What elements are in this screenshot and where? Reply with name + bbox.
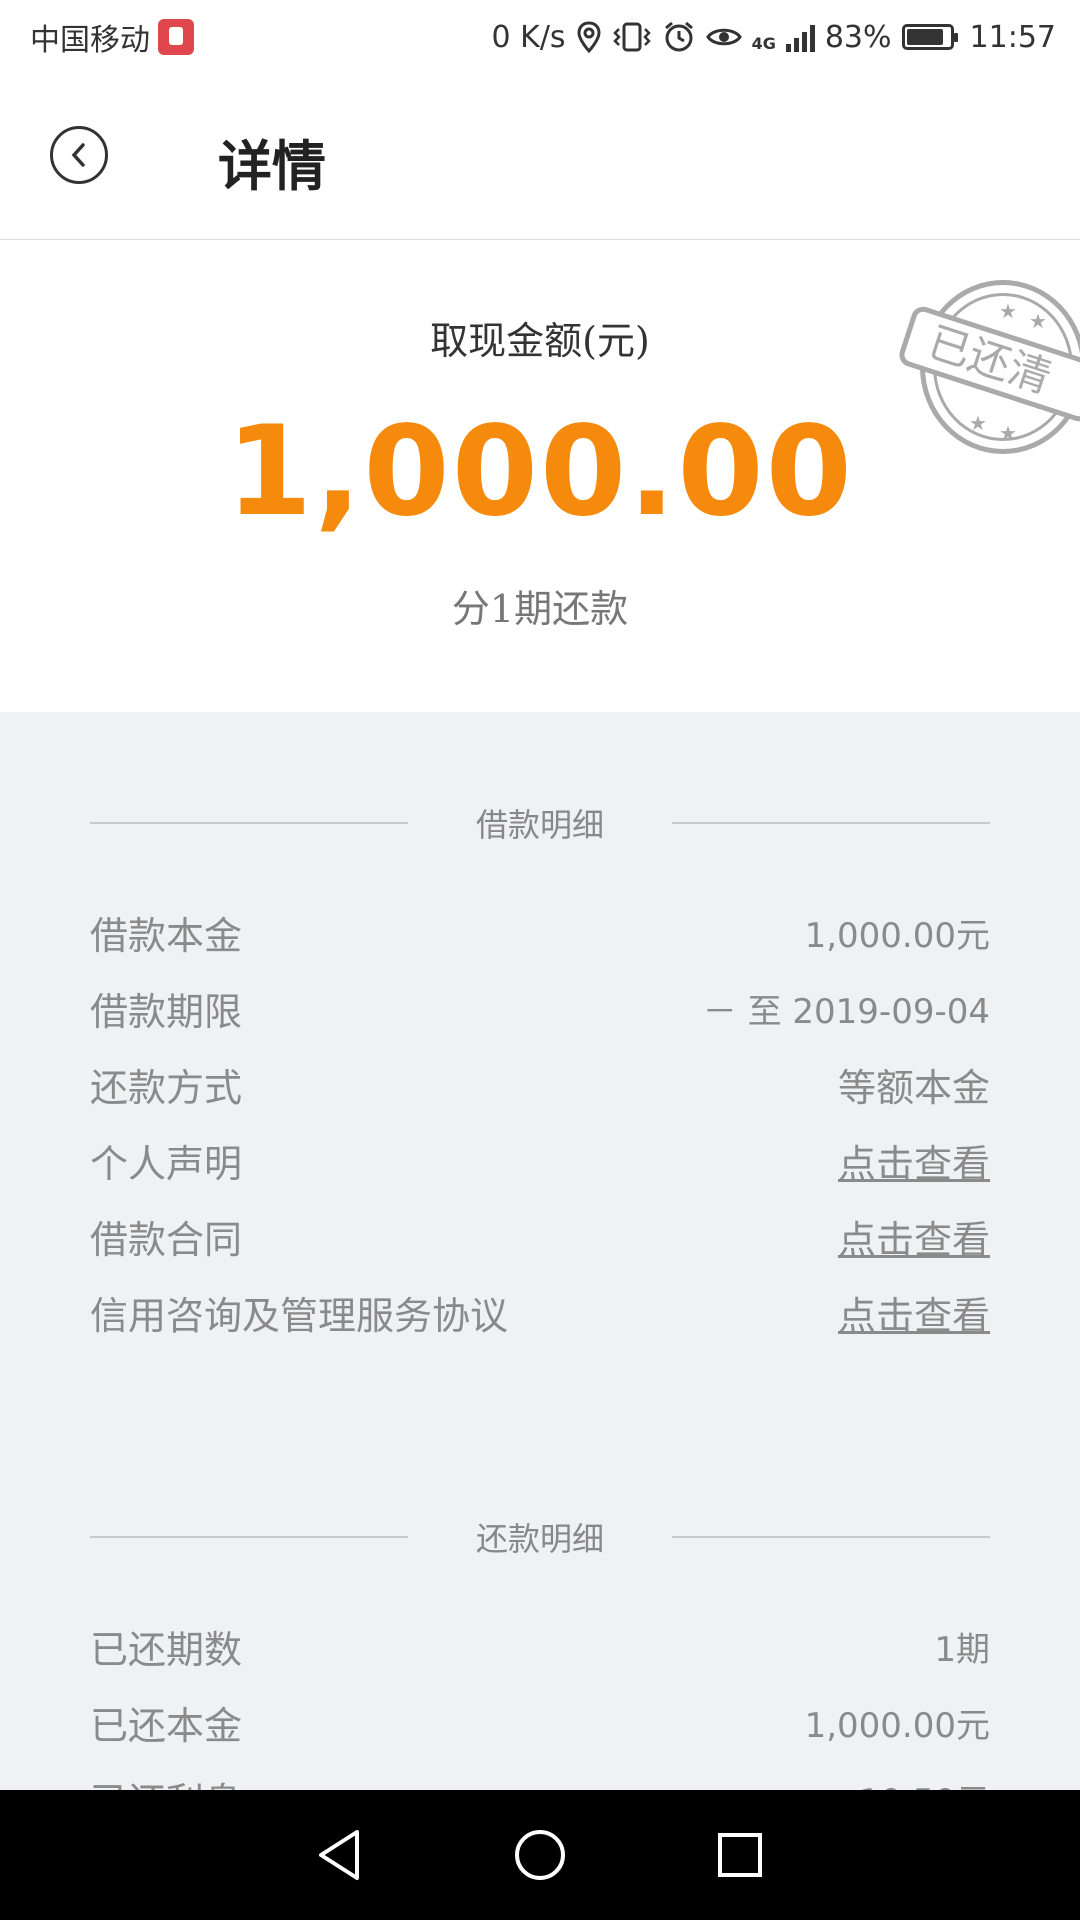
vibrate-icon xyxy=(612,22,651,52)
divider-right xyxy=(671,822,990,824)
paid-off-stamp: ★ ★ ★ ★ 已还清 xyxy=(896,280,1080,454)
carrier-name: 中国移动 xyxy=(30,23,150,58)
view-loan-contract-link[interactable]: 点击查看 xyxy=(838,1209,990,1264)
loan-details-heading: 借款明细 xyxy=(90,798,990,848)
app-header: 详情 xyxy=(0,74,1080,240)
chevron-left-icon xyxy=(71,143,85,167)
divider-left xyxy=(90,1536,408,1538)
detail-row-principal: 借款本金 1,000.00元 xyxy=(90,902,990,962)
repay-details-title: 还款明细 xyxy=(475,1520,604,1558)
nav-home-button[interactable] xyxy=(512,1827,568,1883)
amount-summary: 取现金额(元) 1,000.00 分1期还款 ★ ★ ★ ★ 已还清 xyxy=(0,240,1080,712)
repay-details-heading: 还款明细 xyxy=(90,1512,990,1562)
detail-row-term: 借款期限 － 至 2019-09-04 xyxy=(90,978,990,1038)
carrier-badge-icon xyxy=(158,19,194,55)
status-bar: 中国移动 0 K/s 4G 83% 11:57 xyxy=(0,0,1080,74)
repay-row-principal: 已还本金 1,000.00元 xyxy=(90,1692,990,1752)
alarm-icon xyxy=(664,21,693,52)
row-label: 已还本金 xyxy=(90,1703,243,1748)
system-nav-bar xyxy=(0,1790,1080,1920)
back-button[interactable] xyxy=(50,126,108,184)
view-personal-statement-link[interactable]: 点击查看 xyxy=(838,1133,990,1188)
row-label: 个人声明 xyxy=(90,1141,243,1186)
triangle-back-icon xyxy=(319,1830,359,1880)
page-title: 详情 xyxy=(218,134,326,198)
row-value: 等额本金 xyxy=(837,1065,990,1110)
row-value: 1,000.00元 xyxy=(804,915,990,956)
battery-percent: 83% xyxy=(824,19,892,55)
network-type: 4G xyxy=(751,33,776,53)
divider-right xyxy=(671,1536,990,1538)
row-value: 1期 xyxy=(934,1629,990,1670)
stamp-star-icon: ★ xyxy=(1029,309,1047,333)
installment-text: 分1期还款 xyxy=(451,587,629,631)
stamp-star-icon: ★ xyxy=(999,299,1017,323)
battery-icon xyxy=(901,24,958,50)
location-icon xyxy=(577,21,601,53)
status-left: 中国移动 xyxy=(30,15,194,59)
row-label: 借款期限 xyxy=(90,989,243,1034)
signal-icon xyxy=(785,22,815,52)
divider-left xyxy=(90,822,408,824)
nav-recent-button[interactable] xyxy=(712,1827,768,1883)
row-value: － 至 2019-09-04 xyxy=(702,991,990,1032)
row-label: 还款方式 xyxy=(90,1065,243,1110)
status-right: 0 K/s 4G 83% 11:57 xyxy=(492,20,1056,55)
nav-back-button[interactable] xyxy=(312,1827,368,1883)
row-label: 已还期数 xyxy=(90,1627,243,1672)
row-value: 1,000.00元 xyxy=(804,1705,990,1746)
repay-row-periods: 已还期数 1期 xyxy=(90,1616,990,1676)
detail-row-personal-statement: 个人声明 点击查看 xyxy=(90,1130,990,1190)
detail-row-method: 还款方式 等额本金 xyxy=(90,1054,990,1114)
detail-row-service-agreement: 信用咨询及管理服务协议 点击查看 xyxy=(90,1282,990,1342)
view-service-agreement-link[interactable]: 点击查看 xyxy=(838,1285,990,1340)
square-recent-icon xyxy=(718,1833,762,1877)
row-label: 借款本金 xyxy=(90,913,243,958)
row-label: 信用咨询及管理服务协议 xyxy=(90,1293,509,1338)
stamp-star-icon: ★ xyxy=(999,421,1017,445)
row-label: 借款合同 xyxy=(90,1217,243,1262)
eye-comfort-icon xyxy=(705,28,742,46)
clock: 11:57 xyxy=(969,19,1056,55)
detail-row-loan-contract: 借款合同 点击查看 xyxy=(90,1206,990,1266)
net-speed: 0 K/s xyxy=(491,19,566,55)
amount-value: 1,000.00 xyxy=(226,400,854,544)
circle-home-icon xyxy=(515,1830,565,1880)
stamp-star-icon: ★ xyxy=(969,411,987,435)
loan-details-title: 借款明细 xyxy=(475,806,604,844)
